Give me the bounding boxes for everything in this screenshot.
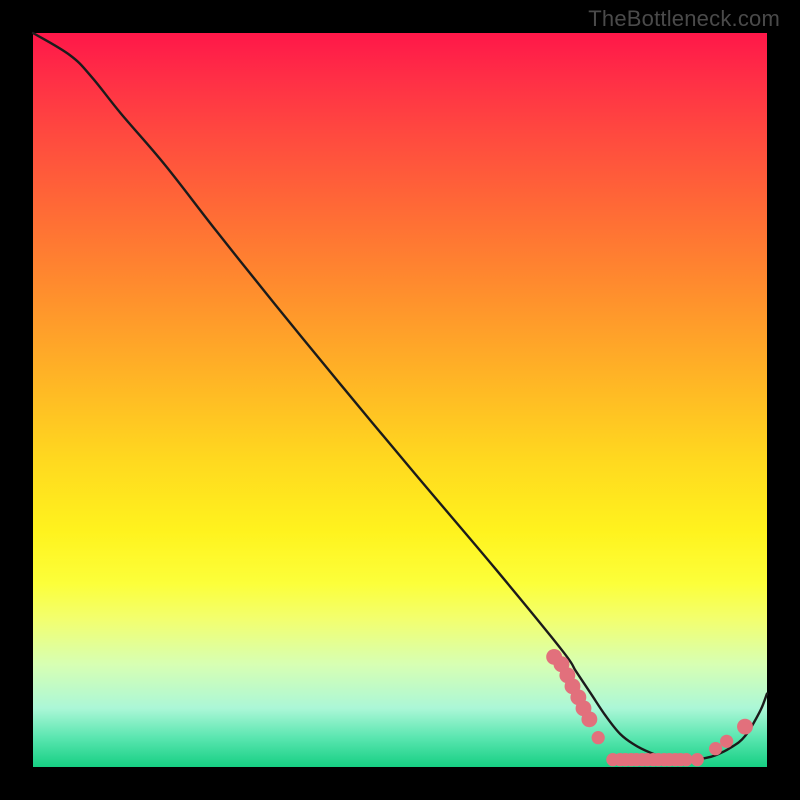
scatter-dot — [581, 711, 597, 727]
sweet-spot-scatter — [546, 649, 753, 766]
scatter-dot — [592, 731, 605, 744]
plot-area — [33, 33, 767, 767]
curve-svg — [33, 33, 767, 767]
chart-stage: TheBottleneck.com — [0, 0, 800, 800]
watermark-text: TheBottleneck.com — [588, 6, 780, 32]
scatter-dot — [720, 735, 733, 748]
scatter-dot — [709, 742, 722, 755]
scatter-dot — [691, 753, 704, 766]
bottleneck-curve — [33, 33, 767, 760]
scatter-dot — [737, 719, 753, 735]
